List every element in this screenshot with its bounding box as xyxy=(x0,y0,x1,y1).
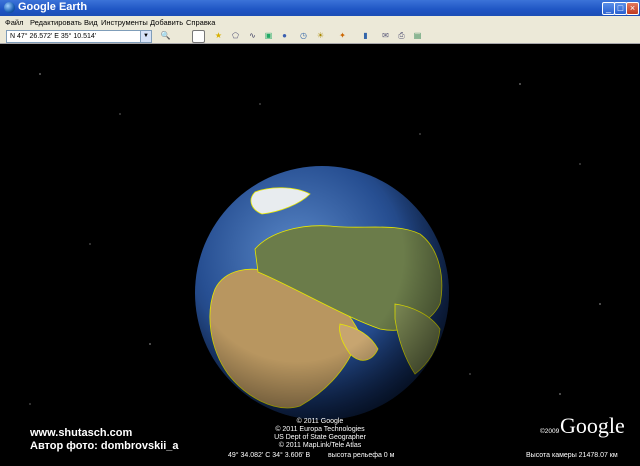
title-bar: Google Earth _ □ × xyxy=(0,0,640,16)
logo-year: ©2009 xyxy=(540,428,560,435)
watermark-site: www.shutasch.com xyxy=(30,427,133,439)
credit-line-1: © 2011 Google xyxy=(296,418,344,425)
status-elevation: высота рельефа 0 м xyxy=(328,452,395,459)
menu-file[interactable]: Файл xyxy=(5,18,23,27)
google-logo: Google xyxy=(560,413,625,438)
sidebar-icon[interactable] xyxy=(192,30,205,43)
status-eye-altitude: Высота камеры 21478.07 км xyxy=(526,452,618,459)
overlay-icon[interactable]: ▣ xyxy=(263,30,274,41)
polygon-icon[interactable]: ⬠ xyxy=(230,30,241,41)
record-tour-icon[interactable]: ● xyxy=(279,30,290,41)
close-button[interactable]: × xyxy=(626,2,639,15)
view-in-maps-icon[interactable]: ▤ xyxy=(412,30,423,41)
google-earth-app-icon xyxy=(4,2,15,13)
globe-view[interactable] xyxy=(0,44,640,461)
print-icon[interactable]: ⎙ xyxy=(396,30,407,41)
historical-imagery-icon[interactable]: ◷ xyxy=(298,30,309,41)
watermark-author: Автор фото: dombrovskii_a xyxy=(30,440,179,452)
toolbar: N 47° 26.572' E 35° 10.514' ▼ 🔍 ★ ⬠ ∿ ▣ … xyxy=(0,29,640,44)
sunlight-icon[interactable]: ☀ xyxy=(315,30,326,41)
menu-add[interactable]: Добавить xyxy=(150,18,183,27)
menu-bar: Файл Редактировать Вид Инструменты Добав… xyxy=(0,16,640,29)
earth-viewport[interactable] xyxy=(0,44,640,461)
menu-tools[interactable]: Инструменты xyxy=(101,18,148,27)
path-icon[interactable]: ∿ xyxy=(247,30,258,41)
chevron-down-icon[interactable]: ▼ xyxy=(140,31,151,42)
search-go-icon[interactable]: 🔍 xyxy=(160,30,171,41)
menu-edit[interactable]: Редактировать xyxy=(30,18,82,27)
switch-sky-icon[interactable]: ✦ xyxy=(337,30,348,41)
search-value: N 47° 26.572' E 35° 10.514' xyxy=(10,33,97,40)
menu-help[interactable]: Справка xyxy=(186,18,215,27)
menu-view[interactable]: Вид xyxy=(84,18,98,27)
placemark-icon[interactable]: ★ xyxy=(213,30,224,41)
window-title: Google Earth xyxy=(18,1,88,13)
email-icon[interactable]: ✉ xyxy=(380,30,391,41)
globe-shading xyxy=(195,166,449,420)
ruler-icon[interactable]: ▮ xyxy=(360,30,371,41)
search-input[interactable]: N 47° 26.572' E 35° 10.514' ▼ xyxy=(6,30,152,43)
status-coordinates: 49° 34.082' С 34° 3.606' В xyxy=(228,452,311,459)
